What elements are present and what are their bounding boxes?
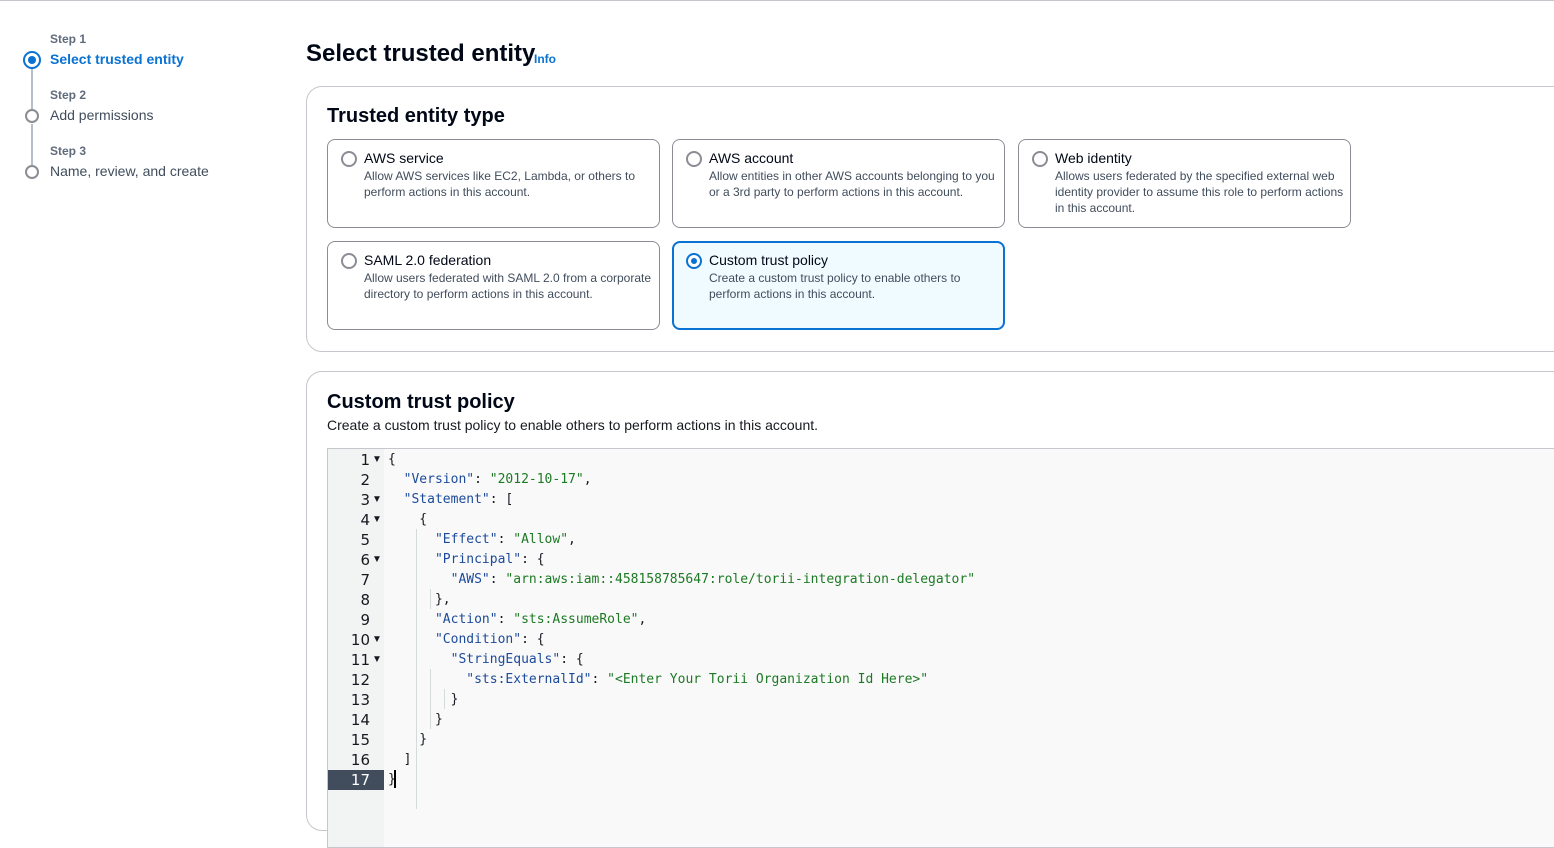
- code-line[interactable]: 15 }: [328, 730, 1554, 750]
- code-text: "Statement": [: [403, 492, 514, 507]
- code-line[interactable]: 13 }: [328, 690, 1554, 710]
- code-text: {: [388, 452, 396, 467]
- step-connector: [31, 124, 33, 166]
- indent-guide: [444, 689, 445, 709]
- code-line[interactable]: 9 "Action": "sts:AssumeRole",: [328, 610, 1554, 630]
- tile-description: Allow users federated with SAML 2.0 from…: [364, 271, 652, 301]
- code-text: "Condition": {: [434, 632, 545, 647]
- radio-button-icon[interactable]: [1032, 151, 1048, 167]
- code-line[interactable]: 2 "Version": "2012-10-17",: [328, 470, 1554, 490]
- line-number: 16: [350, 751, 370, 769]
- code-line[interactable]: 14 }: [328, 710, 1554, 730]
- tile-label: Web identity: [1055, 150, 1132, 166]
- code-text: }: [388, 732, 428, 747]
- radio-button-selected-icon[interactable]: [686, 253, 702, 269]
- line-number: 15: [350, 731, 370, 749]
- code-line[interactable]: 12 "sts:ExternalId": "<Enter Your Torii …: [328, 670, 1554, 690]
- step-number: Step 3: [50, 144, 87, 158]
- step-connector: [31, 68, 33, 110]
- line-number: 14: [350, 711, 370, 729]
- tile-aws-account[interactable]: AWS account Allow entities in other AWS …: [672, 139, 1005, 228]
- line-number: 3: [360, 491, 370, 509]
- indent-guide: [416, 529, 417, 809]
- line-number: 7: [360, 571, 370, 589]
- step-title: Add permissions: [50, 107, 154, 123]
- line-number: 10: [350, 631, 370, 649]
- tile-description: Allow entities in other AWS accounts bel…: [709, 169, 995, 199]
- indent-guide: [430, 589, 431, 609]
- tile-custom-trust-policy[interactable]: Custom trust policy Create a custom trus…: [672, 241, 1005, 330]
- line-number: 5: [360, 531, 370, 549]
- tile-aws-service[interactable]: AWS service Allow AWS services like EC2,…: [327, 139, 660, 228]
- panel-description: Create a custom trust policy to enable o…: [327, 417, 819, 433]
- step-title[interactable]: Select trusted entity: [50, 51, 184, 67]
- indent-guide: [430, 669, 431, 729]
- code-line[interactable]: 4 ▼ {: [328, 510, 1554, 530]
- tile-description: Create a custom trust policy to enable o…: [709, 271, 961, 301]
- code-text: },: [388, 592, 451, 607]
- code-line[interactable]: 1 ▼ {: [328, 450, 1554, 470]
- step-circle-icon: [25, 165, 39, 179]
- tile-saml-federation[interactable]: SAML 2.0 federation Allow users federate…: [327, 241, 660, 330]
- code-line[interactable]: 8 },: [328, 590, 1554, 610]
- step-circle-icon: [25, 109, 39, 123]
- code-line[interactable]: 3 ▼ "Statement": [: [328, 490, 1554, 510]
- line-number: 17: [328, 770, 384, 790]
- text-cursor: [394, 770, 396, 788]
- tile-web-identity[interactable]: Web identity Allows users federated by t…: [1018, 139, 1351, 228]
- fold-arrow-icon[interactable]: ▼: [372, 490, 382, 510]
- wizard-steps: Step 1 Select trusted entity Step 2 Add …: [0, 0, 290, 804]
- fold-arrow-icon[interactable]: ▼: [372, 450, 382, 470]
- panel-title: Trusted entity type: [327, 105, 505, 127]
- code-text: "Action": "sts:AssumeRole",: [434, 612, 647, 627]
- line-number: 9: [360, 611, 370, 629]
- line-number: 6: [360, 551, 370, 569]
- code-text: "sts:ExternalId": "<Enter Your Torii Org…: [466, 672, 929, 687]
- code-text: }: [388, 692, 459, 707]
- line-number: 1: [360, 451, 370, 469]
- page-title: Select trusted entity: [306, 40, 536, 67]
- line-number: 11: [350, 651, 370, 669]
- line-number: 2: [360, 471, 370, 489]
- fold-arrow-icon[interactable]: ▼: [372, 650, 382, 670]
- tile-label: AWS service: [364, 150, 444, 166]
- tile-label: SAML 2.0 federation: [364, 252, 492, 268]
- policy-code-editor[interactable]: 1 ▼{2 "Version": "2012-10-17", 3 ▼ "Stateme…: [327, 448, 1554, 848]
- code-text: "Principal": {: [434, 552, 545, 567]
- code-line[interactable]: 11 ▼ "StringEquals": {: [328, 650, 1554, 670]
- line-number: 4: [360, 511, 370, 529]
- fold-arrow-icon[interactable]: ▼: [372, 550, 382, 570]
- code-text: {: [388, 512, 428, 527]
- line-number: 12: [350, 671, 370, 689]
- step-active-icon: [23, 51, 41, 69]
- fold-arrow-icon[interactable]: ▼: [372, 630, 382, 650]
- tile-label: Custom trust policy: [709, 252, 829, 268]
- code-text: "StringEquals": {: [450, 652, 584, 667]
- custom-trust-policy-panel: Custom trust policy Create a custom trus…: [306, 371, 1554, 848]
- panel-title: Custom trust policy: [327, 391, 515, 413]
- info-link[interactable]: Info: [534, 52, 556, 66]
- step-title: Name, review, and create: [50, 163, 209, 179]
- code-line[interactable]: 10 ▼ "Condition": {: [328, 630, 1554, 650]
- step-number: Step 1: [50, 32, 87, 46]
- code-line[interactable]: 16 ]: [328, 750, 1554, 770]
- radio-button-icon[interactable]: [686, 151, 702, 167]
- tile-description: Allow AWS services like EC2, Lambda, or …: [364, 169, 635, 199]
- trusted-entity-type-panel: Trusted entity type AWS service Allow AW…: [306, 86, 1554, 352]
- line-number: 13: [350, 691, 370, 709]
- code-line[interactable]: 5 "Effect": "Allow",: [328, 530, 1554, 550]
- line-number: 8: [360, 591, 370, 609]
- code-text: "Version": "2012-10-17",: [403, 472, 592, 487]
- code-text: "AWS": "arn:aws:iam::458158785647:role/t…: [450, 572, 976, 587]
- tile-description: Allows users federated by the specified …: [1055, 169, 1344, 215]
- step-number: Step 2: [50, 88, 87, 102]
- code-text: ]: [388, 752, 412, 767]
- radio-button-icon[interactable]: [341, 253, 357, 269]
- code-line[interactable]: 17}: [328, 770, 1554, 790]
- radio-button-icon[interactable]: [341, 151, 357, 167]
- code-line[interactable]: 7 "AWS": "arn:aws:iam::458158785647:role…: [328, 570, 1554, 590]
- code-line[interactable]: 6 ▼ "Principal": {: [328, 550, 1554, 570]
- tile-label: AWS account: [709, 150, 794, 166]
- fold-arrow-icon[interactable]: ▼: [372, 510, 382, 530]
